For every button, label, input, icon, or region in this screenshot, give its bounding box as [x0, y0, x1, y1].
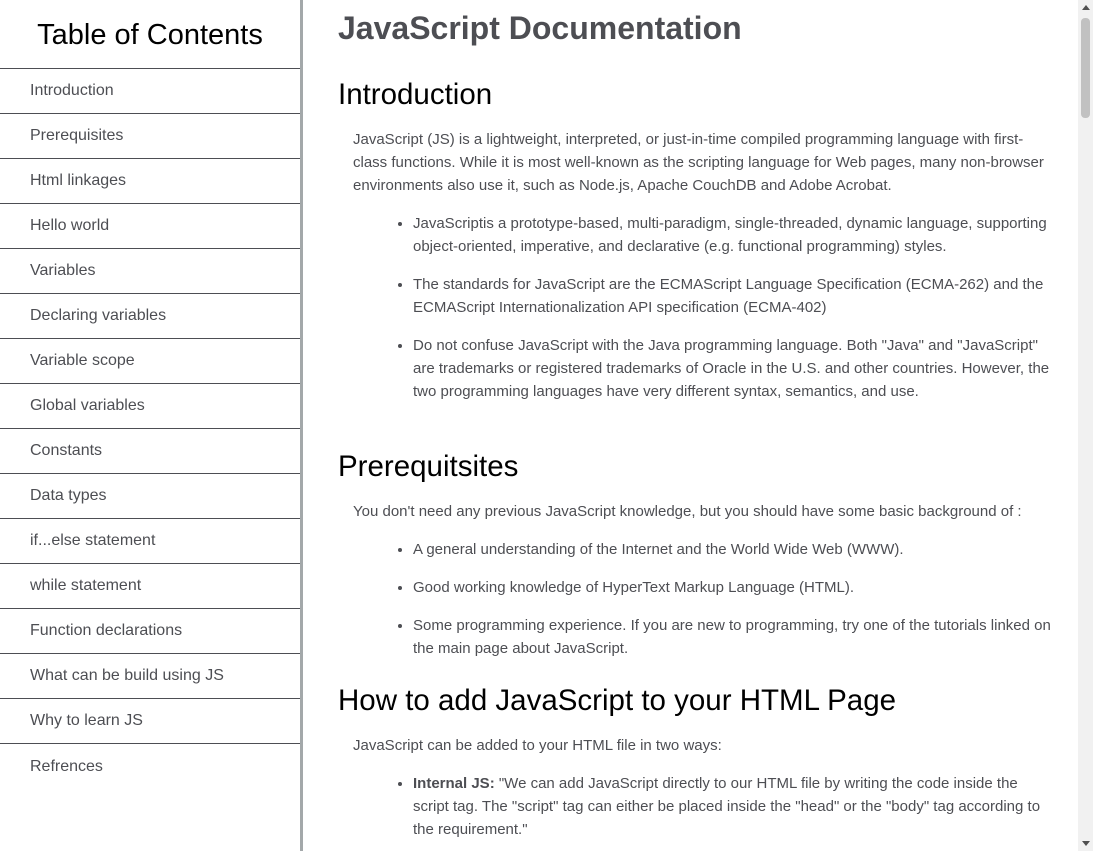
vertical-scrollbar[interactable] [1078, 0, 1093, 851]
list-item: A general understanding of the Internet … [413, 538, 1053, 561]
nav-link-why-to-learn-js[interactable]: Why to learn JS [0, 699, 300, 744]
bullet-list: JavaScriptis a prototype-based, multi-pa… [338, 212, 1053, 403]
bullet-list: Internal JS: "We can add JavaScript dire… [338, 772, 1053, 841]
nav-link-what-can-be-build[interactable]: What can be build using JS [0, 654, 300, 699]
nav-link-variables[interactable]: Variables [0, 249, 300, 294]
nav-link-introduction[interactable]: Introduction [0, 69, 300, 114]
nav-link-constants[interactable]: Constants [0, 429, 300, 474]
bullet-list: A general understanding of the Internet … [338, 538, 1053, 660]
nav-link-prerequisites[interactable]: Prerequisites [0, 114, 300, 159]
page-title: JavaScript Documentation [338, 10, 742, 46]
table-of-contents-nav: Table of Contents Introduction Prerequis… [0, 0, 303, 851]
list-item: Good working knowledge of HyperText Mark… [413, 576, 1053, 599]
section-paragraph: You don't need any previous JavaScript k… [353, 503, 1022, 520]
nav-link-data-types[interactable]: Data types [0, 474, 300, 519]
nav-link-function-declarations[interactable]: Function declarations [0, 609, 300, 654]
nav-link-html-linkages[interactable]: Html linkages [0, 159, 300, 204]
nav-link-global-variables[interactable]: Global variables [0, 384, 300, 429]
nav-link-if-else-statement[interactable]: if...else statement [0, 519, 300, 564]
list-item: Internal JS: "We can add JavaScript dire… [413, 772, 1053, 841]
nav-link-declaring-variables[interactable]: Declaring variables [0, 294, 300, 339]
section-heading: How to add JavaScript to your HTML Page [338, 684, 897, 717]
list-item: The standards for JavaScript are the ECM… [413, 273, 1053, 319]
nav-list: Introduction Prerequisites Html linkages… [0, 69, 300, 789]
list-item: Do not confuse JavaScript with the Java … [413, 334, 1053, 403]
term-label: Internal JS: [413, 775, 495, 792]
nav-link-variable-scope[interactable]: Variable scope [0, 339, 300, 384]
main-doc: JavaScript Documentation Introduction Ja… [303, 0, 1078, 851]
nav-title: Table of Contents [0, 0, 300, 69]
section-paragraph: JavaScript (JS) is a lightweight, interp… [353, 131, 1044, 194]
section-introduction: Introduction JavaScript (JS) is a lightw… [338, 78, 1053, 403]
section-prerequisites: Prerequitsites You don't need any previo… [338, 450, 1053, 660]
term-text: "We can add JavaScript directly to our H… [413, 775, 1041, 838]
nav-link-refrences[interactable]: Refrences [0, 744, 300, 789]
section-heading: Prerequitsites [338, 450, 519, 483]
nav-link-hello-world[interactable]: Hello world [0, 204, 300, 249]
section-heading: Introduction [338, 78, 493, 111]
list-item: JavaScriptis a prototype-based, multi-pa… [413, 212, 1053, 258]
section-paragraph: JavaScript can be added to your HTML fil… [353, 737, 722, 754]
scrollbar-thumb[interactable] [1081, 18, 1090, 118]
scroll-up-arrow-icon[interactable] [1082, 5, 1090, 10]
nav-link-while-statement[interactable]: while statement [0, 564, 300, 609]
section-add-javascript: How to add JavaScript to your HTML Page … [338, 684, 1053, 841]
list-item: Some programming experience. If you are … [413, 614, 1053, 660]
scroll-down-arrow-icon[interactable] [1082, 841, 1090, 846]
